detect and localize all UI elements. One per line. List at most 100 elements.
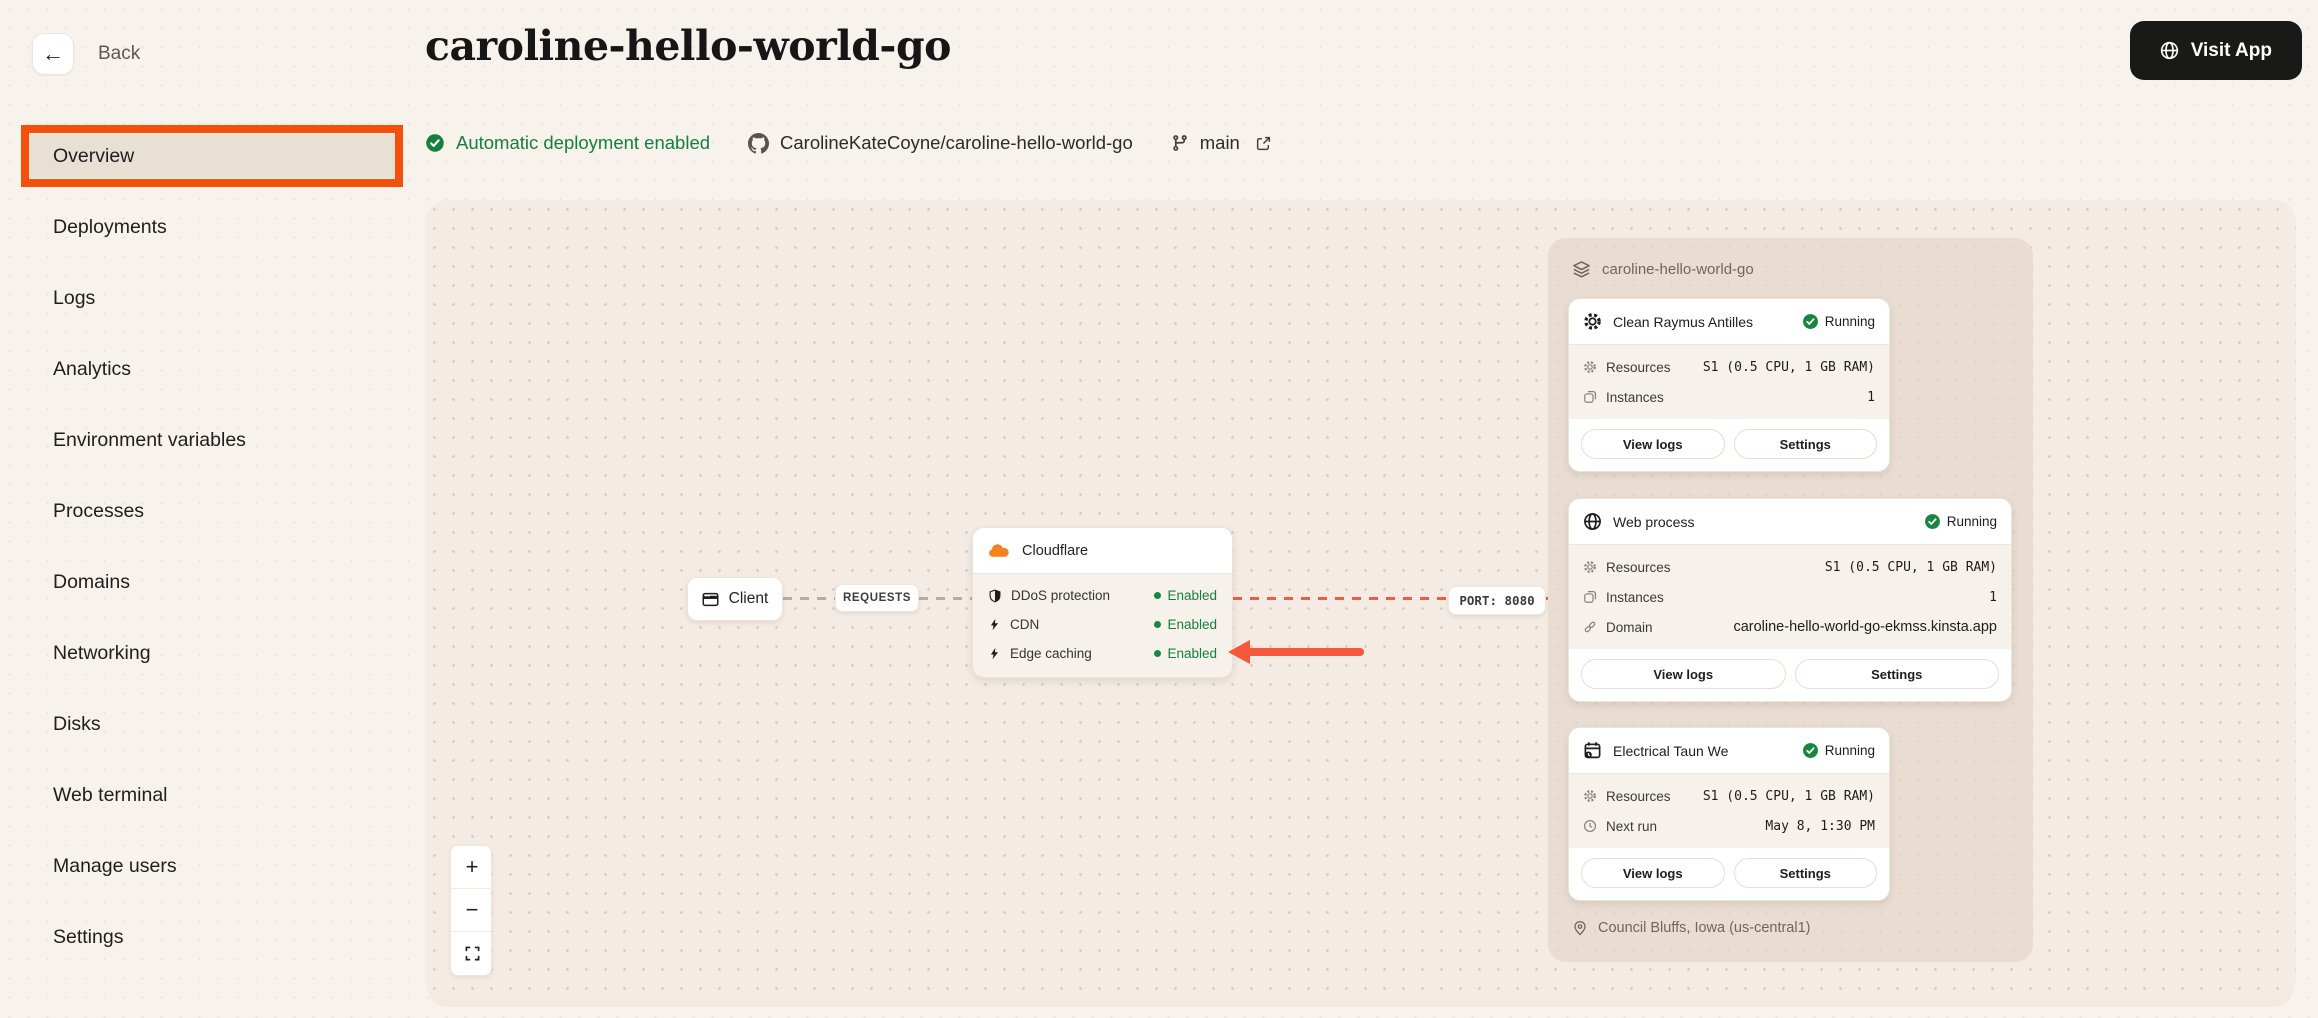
minus-icon: − [466, 897, 479, 923]
settings-button[interactable]: Settings [1734, 858, 1878, 888]
layers-icon [1572, 260, 1591, 279]
arrow-shaft [1246, 648, 1364, 656]
process-card-header: Web process Running [1569, 499, 2011, 544]
back-button[interactable]: ← [32, 33, 74, 75]
sidebar-item-web-terminal[interactable]: Web terminal [29, 773, 395, 817]
process-detail-row: Resources S1 (0.5 CPU, 1 GB RAM) [1569, 552, 2011, 582]
back-arrow-icon: ← [42, 41, 64, 67]
cloudflare-title: Cloudflare [1022, 543, 1088, 559]
web-globe-icon [1583, 512, 1602, 531]
running-badge: Running [1924, 513, 1997, 530]
app-group-title: caroline-hello-world-go [1602, 261, 1754, 278]
branch-link[interactable]: main [1171, 132, 1272, 154]
client-label: Client [729, 590, 769, 608]
zoom-out-button[interactable]: − [451, 889, 492, 932]
running-badge: Running [1802, 742, 1875, 759]
bolt-icon [988, 618, 1001, 631]
process-detail-row: Instances 1 [1569, 582, 2011, 612]
sidebar-nav: Overview Deployments Logs Analytics Envi… [29, 134, 395, 986]
deployment-status: Automatic deployment enabled [425, 132, 710, 154]
settings-button[interactable]: Settings [1734, 429, 1878, 459]
domain-value: caroline-hello-world-go-ekmss.kinsta.app [1733, 619, 1997, 635]
running-check-icon [1802, 742, 1819, 759]
resources-icon [1583, 560, 1597, 574]
zoom-in-button[interactable]: + [451, 846, 492, 889]
cloudflare-feature-row: DDoS protection Enabled [973, 581, 1232, 610]
process-detail-row: Domain caroline-hello-world-go-ekmss.kin… [1569, 612, 2011, 642]
sidebar-item-settings[interactable]: Settings [29, 915, 395, 959]
process-name: Clean Raymus Antilles [1613, 314, 1753, 330]
port-edge-label: PORT: 8080 [1448, 586, 1546, 615]
browser-icon [702, 591, 719, 608]
process-detail-row: Next run May 8, 1:30 PM [1569, 811, 1889, 841]
branch-icon [1171, 134, 1189, 152]
resources-icon [1583, 789, 1597, 803]
check-circle-icon [425, 133, 445, 153]
page-title: caroline-hello-world-go [425, 22, 951, 70]
sidebar-item-disks[interactable]: Disks [29, 702, 395, 746]
visit-app-label: Visit App [2191, 40, 2272, 62]
sidebar-item-overview[interactable]: Overview [29, 134, 395, 178]
location-pin-icon [1572, 920, 1588, 936]
fullscreen-icon [465, 946, 480, 961]
fit-view-button[interactable] [451, 932, 492, 975]
canvas-zoom-controls: + − [450, 845, 492, 976]
running-badge: Running [1802, 313, 1875, 330]
repo-name: CarolineKateCoyne/caroline-hello-world-g… [780, 132, 1133, 154]
cloudflare-feature-row: CDN Enabled [973, 610, 1232, 639]
cloudflare-cloud-icon [988, 543, 1010, 559]
sidebar-item-networking[interactable]: Networking [29, 631, 395, 675]
github-icon [748, 133, 769, 154]
plus-icon: + [466, 854, 479, 880]
process-detail-row: Resources S1 (0.5 CPU, 1 GB RAM) [1569, 781, 1889, 811]
feature-status: Enabled [1154, 588, 1217, 603]
process-name: Web process [1613, 514, 1694, 530]
view-logs-button[interactable]: View logs [1581, 659, 1786, 689]
bolt-icon [988, 647, 1001, 660]
enabled-dot [1154, 621, 1161, 628]
instances-icon [1583, 390, 1597, 404]
sidebar-item-processes[interactable]: Processes [29, 489, 395, 533]
app-group-panel: caroline-hello-world-go Clean Raymus Ant… [1548, 238, 2033, 962]
domain-link-icon [1583, 620, 1597, 634]
view-logs-button[interactable]: View logs [1581, 858, 1725, 888]
sidebar-item-environment-variables[interactable]: Environment variables [29, 418, 395, 462]
sidebar-item-manage-users[interactable]: Manage users [29, 844, 395, 888]
cloudflare-card-header: Cloudflare [973, 528, 1232, 573]
sidebar-item-deployments[interactable]: Deployments [29, 205, 395, 249]
process-detail-row: Resources S1 (0.5 CPU, 1 GB RAM) [1569, 352, 1889, 382]
resources-icon [1583, 360, 1597, 374]
datacenter-location: Council Bluffs, Iowa (us-central1) [1572, 920, 1811, 936]
cloudflare-card: Cloudflare DDoS protection Enabled CDN E… [972, 527, 1233, 678]
sidebar-item-domains[interactable]: Domains [29, 560, 395, 604]
process-card-cron: Electrical Taun We Running Resources S1 … [1568, 727, 1890, 901]
calendar-clock-icon [1583, 741, 1602, 760]
next-run-clock-icon [1583, 819, 1597, 833]
process-card-header: Clean Raymus Antilles Running [1569, 299, 1889, 344]
cloudflare-features: DDoS protection Enabled CDN Enabled Edge… [973, 573, 1232, 677]
client-node: Client [687, 577, 783, 621]
status-bar: Automatic deployment enabled CarolineKat… [425, 127, 1272, 159]
process-card-background: Clean Raymus Antilles Running Resources … [1568, 298, 1890, 472]
repo-link[interactable]: CarolineKateCoyne/caroline-hello-world-g… [748, 132, 1133, 154]
deployment-diagram-canvas[interactable]: Client REQUESTS PORT: 8080 Cloudflare DD… [425, 200, 2296, 1000]
sidebar-item-logs[interactable]: Logs [29, 276, 395, 320]
enabled-dot [1154, 650, 1161, 657]
branch-name: main [1200, 132, 1240, 154]
process-card-header: Electrical Taun We Running [1569, 728, 1889, 773]
worker-gear-icon [1583, 312, 1602, 331]
sidebar-item-analytics[interactable]: Analytics [29, 347, 395, 391]
process-detail-row: Instances 1 [1569, 382, 1889, 412]
running-check-icon [1924, 513, 1941, 530]
cloudflare-feature-row: Edge caching Enabled [973, 639, 1232, 668]
process-card-web: Web process Running Resources S1 (0.5 CP… [1568, 498, 2012, 702]
feature-status: Enabled [1154, 646, 1217, 661]
settings-button[interactable]: Settings [1795, 659, 2000, 689]
view-logs-button[interactable]: View logs [1581, 429, 1725, 459]
annotation-arrow [1228, 640, 1364, 664]
visit-app-button[interactable]: Visit App [2130, 21, 2302, 80]
process-name: Electrical Taun We [1613, 743, 1728, 759]
globe-icon [2160, 41, 2179, 60]
requests-edge-label: REQUESTS [835, 584, 919, 612]
feature-status: Enabled [1154, 617, 1217, 632]
